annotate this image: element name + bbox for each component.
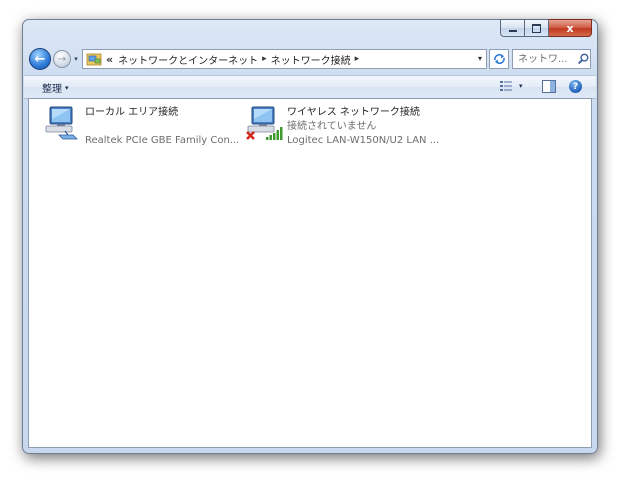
close-button[interactable]: x	[549, 19, 592, 37]
maximize-button[interactable]	[525, 19, 549, 37]
refresh-button[interactable]	[489, 49, 509, 69]
organize-button[interactable]: 整理 ▾	[42, 80, 69, 96]
minimize-button[interactable]	[500, 19, 525, 37]
maximize-icon	[532, 23, 541, 33]
view-options-icon	[500, 81, 512, 91]
search-input[interactable]	[513, 53, 576, 65]
caption-buttons: x	[500, 19, 592, 37]
connection-wireless[interactable]: ワイヤレス ネットワーク接続 接続されていません Logitec LAN-W15…	[245, 105, 445, 149]
address-dropdown-icon[interactable]: ▾	[478, 54, 482, 63]
breadcrumb-separator-icon[interactable]: ▸	[262, 54, 267, 64]
connection-details: ワイヤレス ネットワーク接続 接続されていません Logitec LAN-W15…	[287, 106, 439, 148]
connection-local-area[interactable]: ローカル エリア接続 Realtek PCIe GBE Family Con..…	[43, 105, 243, 149]
minimize-icon	[508, 29, 517, 32]
breadcrumb-network-and-internet[interactable]: ネットワークとインターネット	[118, 52, 258, 67]
help-icon: ?	[572, 81, 579, 92]
breadcrumb-overflow-button[interactable]: «	[106, 53, 113, 66]
recent-pages-button[interactable]: ▾	[72, 54, 80, 64]
organize-label: 整理	[42, 84, 62, 95]
preview-pane-icon[interactable]	[542, 80, 556, 93]
explorer-window: x ← → ▾ « ネットワークとインターネット ▸ ネットワーク接続 ▸ ▾	[22, 19, 598, 454]
connection-details: ローカル エリア接続 Realtek PCIe GBE Family Con..…	[85, 106, 239, 148]
back-arrow-icon: ←	[34, 51, 46, 67]
connection-name: ワイヤレス ネットワーク接続	[287, 107, 420, 118]
connection-status: 接続されていません	[287, 121, 377, 132]
search-box[interactable]	[512, 49, 591, 69]
refresh-icon	[493, 54, 505, 64]
connection-name: ローカル エリア接続	[85, 107, 179, 118]
chevron-down-icon: ▾	[74, 55, 78, 63]
close-icon: x	[566, 21, 574, 35]
command-bar: 整理 ▾ ▾ ?	[24, 75, 596, 99]
connection-device: Realtek PCIe GBE Family Con...	[85, 135, 240, 146]
help-button[interactable]: ?	[569, 80, 582, 93]
network-folder-icon	[86, 53, 102, 66]
breadcrumb-separator-icon[interactable]: ▸	[355, 54, 360, 64]
breadcrumb-network-connections[interactable]: ネットワーク接続	[271, 52, 351, 67]
change-view-button[interactable]: ▾	[499, 80, 523, 92]
file-list-pane: ローカル エリア接続 Realtek PCIe GBE Family Con..…	[28, 98, 592, 448]
wired-network-icon	[45, 106, 78, 140]
connection-device: Logitec LAN-W150N/U2 LAN ...	[287, 135, 440, 146]
back-button[interactable]: ←	[29, 48, 51, 70]
forward-button[interactable]: →	[53, 50, 71, 68]
search-icon[interactable]	[577, 52, 590, 66]
address-bar[interactable]: « ネットワークとインターネット ▸ ネットワーク接続 ▸ ▾	[82, 49, 487, 69]
forward-arrow-icon: →	[57, 53, 67, 65]
navigation-bar: ← → ▾ « ネットワークとインターネット ▸ ネットワーク接続 ▸ ▾	[29, 47, 591, 71]
chevron-down-icon: ▾	[65, 83, 69, 92]
chevron-down-icon: ▾	[519, 82, 523, 90]
connection-status	[85, 120, 239, 134]
wireless-network-icon	[246, 106, 283, 140]
